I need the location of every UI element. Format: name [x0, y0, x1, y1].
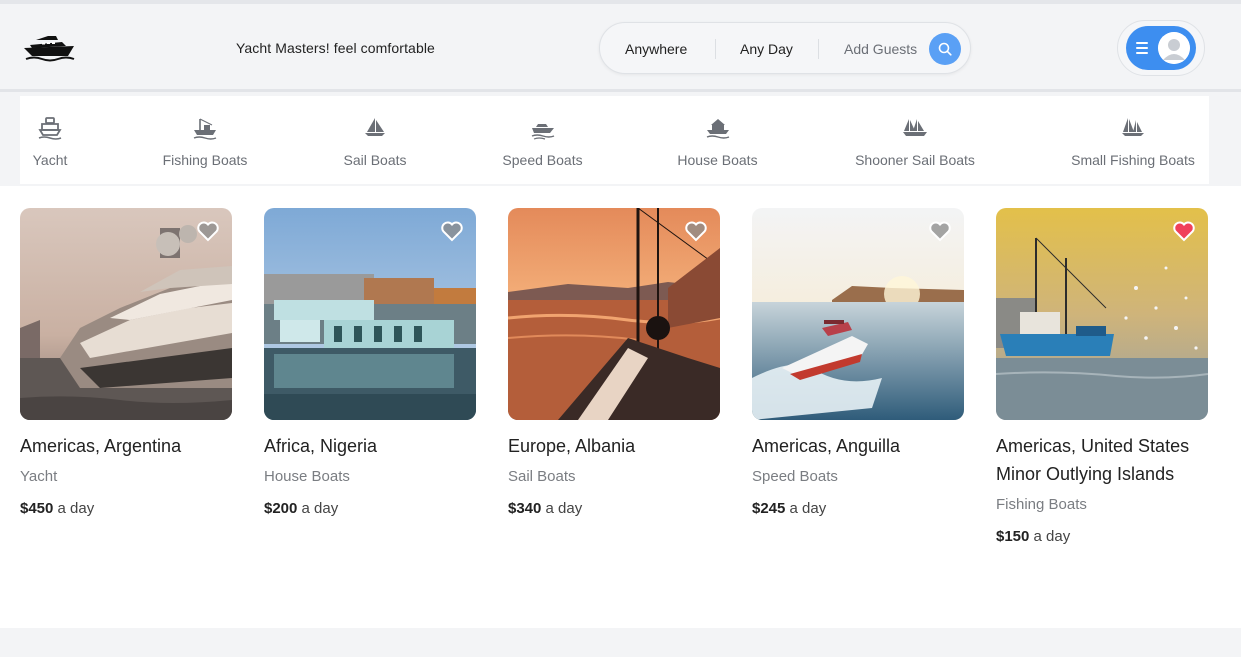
price-unit: a day [789, 500, 827, 517]
fishing-boat-icon [193, 118, 217, 140]
category-label: Sail Boats [343, 152, 407, 168]
price-unit: a day [1033, 528, 1071, 545]
divider [715, 39, 716, 59]
listing-price: $245 a day [752, 498, 964, 520]
listing-card[interactable]: Americas, Anguilla Speed Boats $245 a da… [752, 208, 964, 520]
category-label: Yacht [32, 152, 68, 168]
sailboat-icon [365, 118, 385, 136]
category-sail-boats[interactable]: Sail Boats [335, 96, 415, 184]
listing-location: Americas, Argentina [20, 436, 182, 456]
price-unit: a day [57, 500, 95, 517]
search-bar[interactable]: Anywhere Any Day Add Guests [599, 22, 971, 74]
heart-icon[interactable] [440, 220, 464, 242]
price-unit: a day [301, 500, 339, 517]
heart-icon[interactable] [196, 220, 220, 242]
user-icon [1158, 32, 1190, 64]
price-unit: a day [545, 500, 583, 517]
category-label: Shooner Sail Boats [855, 152, 975, 168]
listing-photo[interactable] [996, 208, 1208, 420]
houseboat-icon [706, 119, 729, 139]
listing-type: Speed Boats [752, 468, 838, 485]
user-menu-wrapper [1117, 20, 1205, 76]
date-filter[interactable]: Any Day [740, 41, 793, 57]
category-label: Fishing Boats [162, 152, 248, 168]
category-fishing-boats[interactable]: Fishing Boats [155, 96, 255, 184]
speedboat-icon [531, 124, 554, 140]
listing-type: House Boats [264, 468, 350, 485]
price-value: $340 [508, 500, 542, 517]
user-menu-button[interactable] [1126, 26, 1196, 70]
listing-price: $150 a day [996, 526, 1208, 548]
price-value: $450 [20, 500, 54, 517]
category-label: House Boats [677, 152, 758, 168]
listing-type: Sail Boats [508, 468, 576, 485]
listing-photo[interactable] [20, 208, 232, 420]
listing-type: Yacht [20, 468, 58, 485]
listing-location: Americas, Anguilla [752, 436, 901, 456]
listing-price: $450 a day [20, 498, 232, 520]
category-label: Speed Boats [502, 152, 583, 168]
price-value: $245 [752, 500, 786, 517]
tagline: Yacht Masters! feel comfortable [236, 40, 435, 56]
search-button[interactable] [929, 33, 961, 65]
listing-location: Europe, Albania [508, 436, 636, 456]
category-small-fishing-boats[interactable]: Small Fishing Boats [1068, 96, 1198, 184]
avatar [1158, 32, 1190, 64]
price-value: $200 [264, 500, 298, 517]
guests-filter[interactable]: Add Guests [844, 41, 917, 57]
search-icon [938, 42, 952, 56]
listing-card[interactable]: Americas, Argentina Yacht $450 a day [20, 208, 232, 520]
listing-location: Americas, United States Minor Outlying I… [996, 436, 1190, 484]
heart-icon[interactable] [684, 220, 708, 242]
listings-grid: Americas, Argentina Yacht $450 a day Afr… [0, 186, 1241, 628]
listing-price: $340 a day [508, 498, 720, 520]
category-house-boats[interactable]: House Boats [670, 96, 765, 184]
price-value: $150 [996, 528, 1030, 545]
listing-card[interactable]: Americas, United States Minor Outlying I… [996, 208, 1208, 548]
listing-photo[interactable] [264, 208, 476, 420]
category-speed-boats[interactable]: Speed Boats [495, 96, 590, 184]
divider [818, 39, 819, 59]
header: Yacht Masters! feel comfortable Anywhere… [0, 4, 1241, 92]
listing-photo[interactable] [508, 208, 720, 420]
listing-location: Africa, Nigeria [264, 436, 378, 456]
category-yacht[interactable]: Yacht [30, 96, 70, 184]
category-shooner-sail-boats[interactable]: Shooner Sail Boats [850, 96, 980, 184]
heart-icon[interactable] [928, 220, 952, 242]
schooner-icon [903, 119, 927, 136]
menu-icon [1136, 42, 1148, 57]
heart-icon[interactable] [1172, 220, 1196, 242]
listing-card[interactable]: Europe, Albania Sail Boats $340 a day [508, 208, 720, 520]
small-fishing-boat-icon [1122, 118, 1144, 136]
location-filter[interactable]: Anywhere [625, 41, 687, 57]
listing-card[interactable]: Africa, Nigeria House Boats $200 a day [264, 208, 476, 520]
footer [0, 628, 1241, 657]
listing-price: $200 a day [264, 498, 476, 520]
category-label: Small Fishing Boats [1071, 152, 1195, 168]
category-bar: Yacht Fishing Boats Sail Boats Speed Boa… [20, 96, 1209, 184]
listing-type: Fishing Boats [996, 496, 1087, 513]
yacht-icon [38, 117, 62, 140]
listing-photo[interactable] [752, 208, 964, 420]
yacht-logo-icon[interactable] [22, 32, 76, 62]
